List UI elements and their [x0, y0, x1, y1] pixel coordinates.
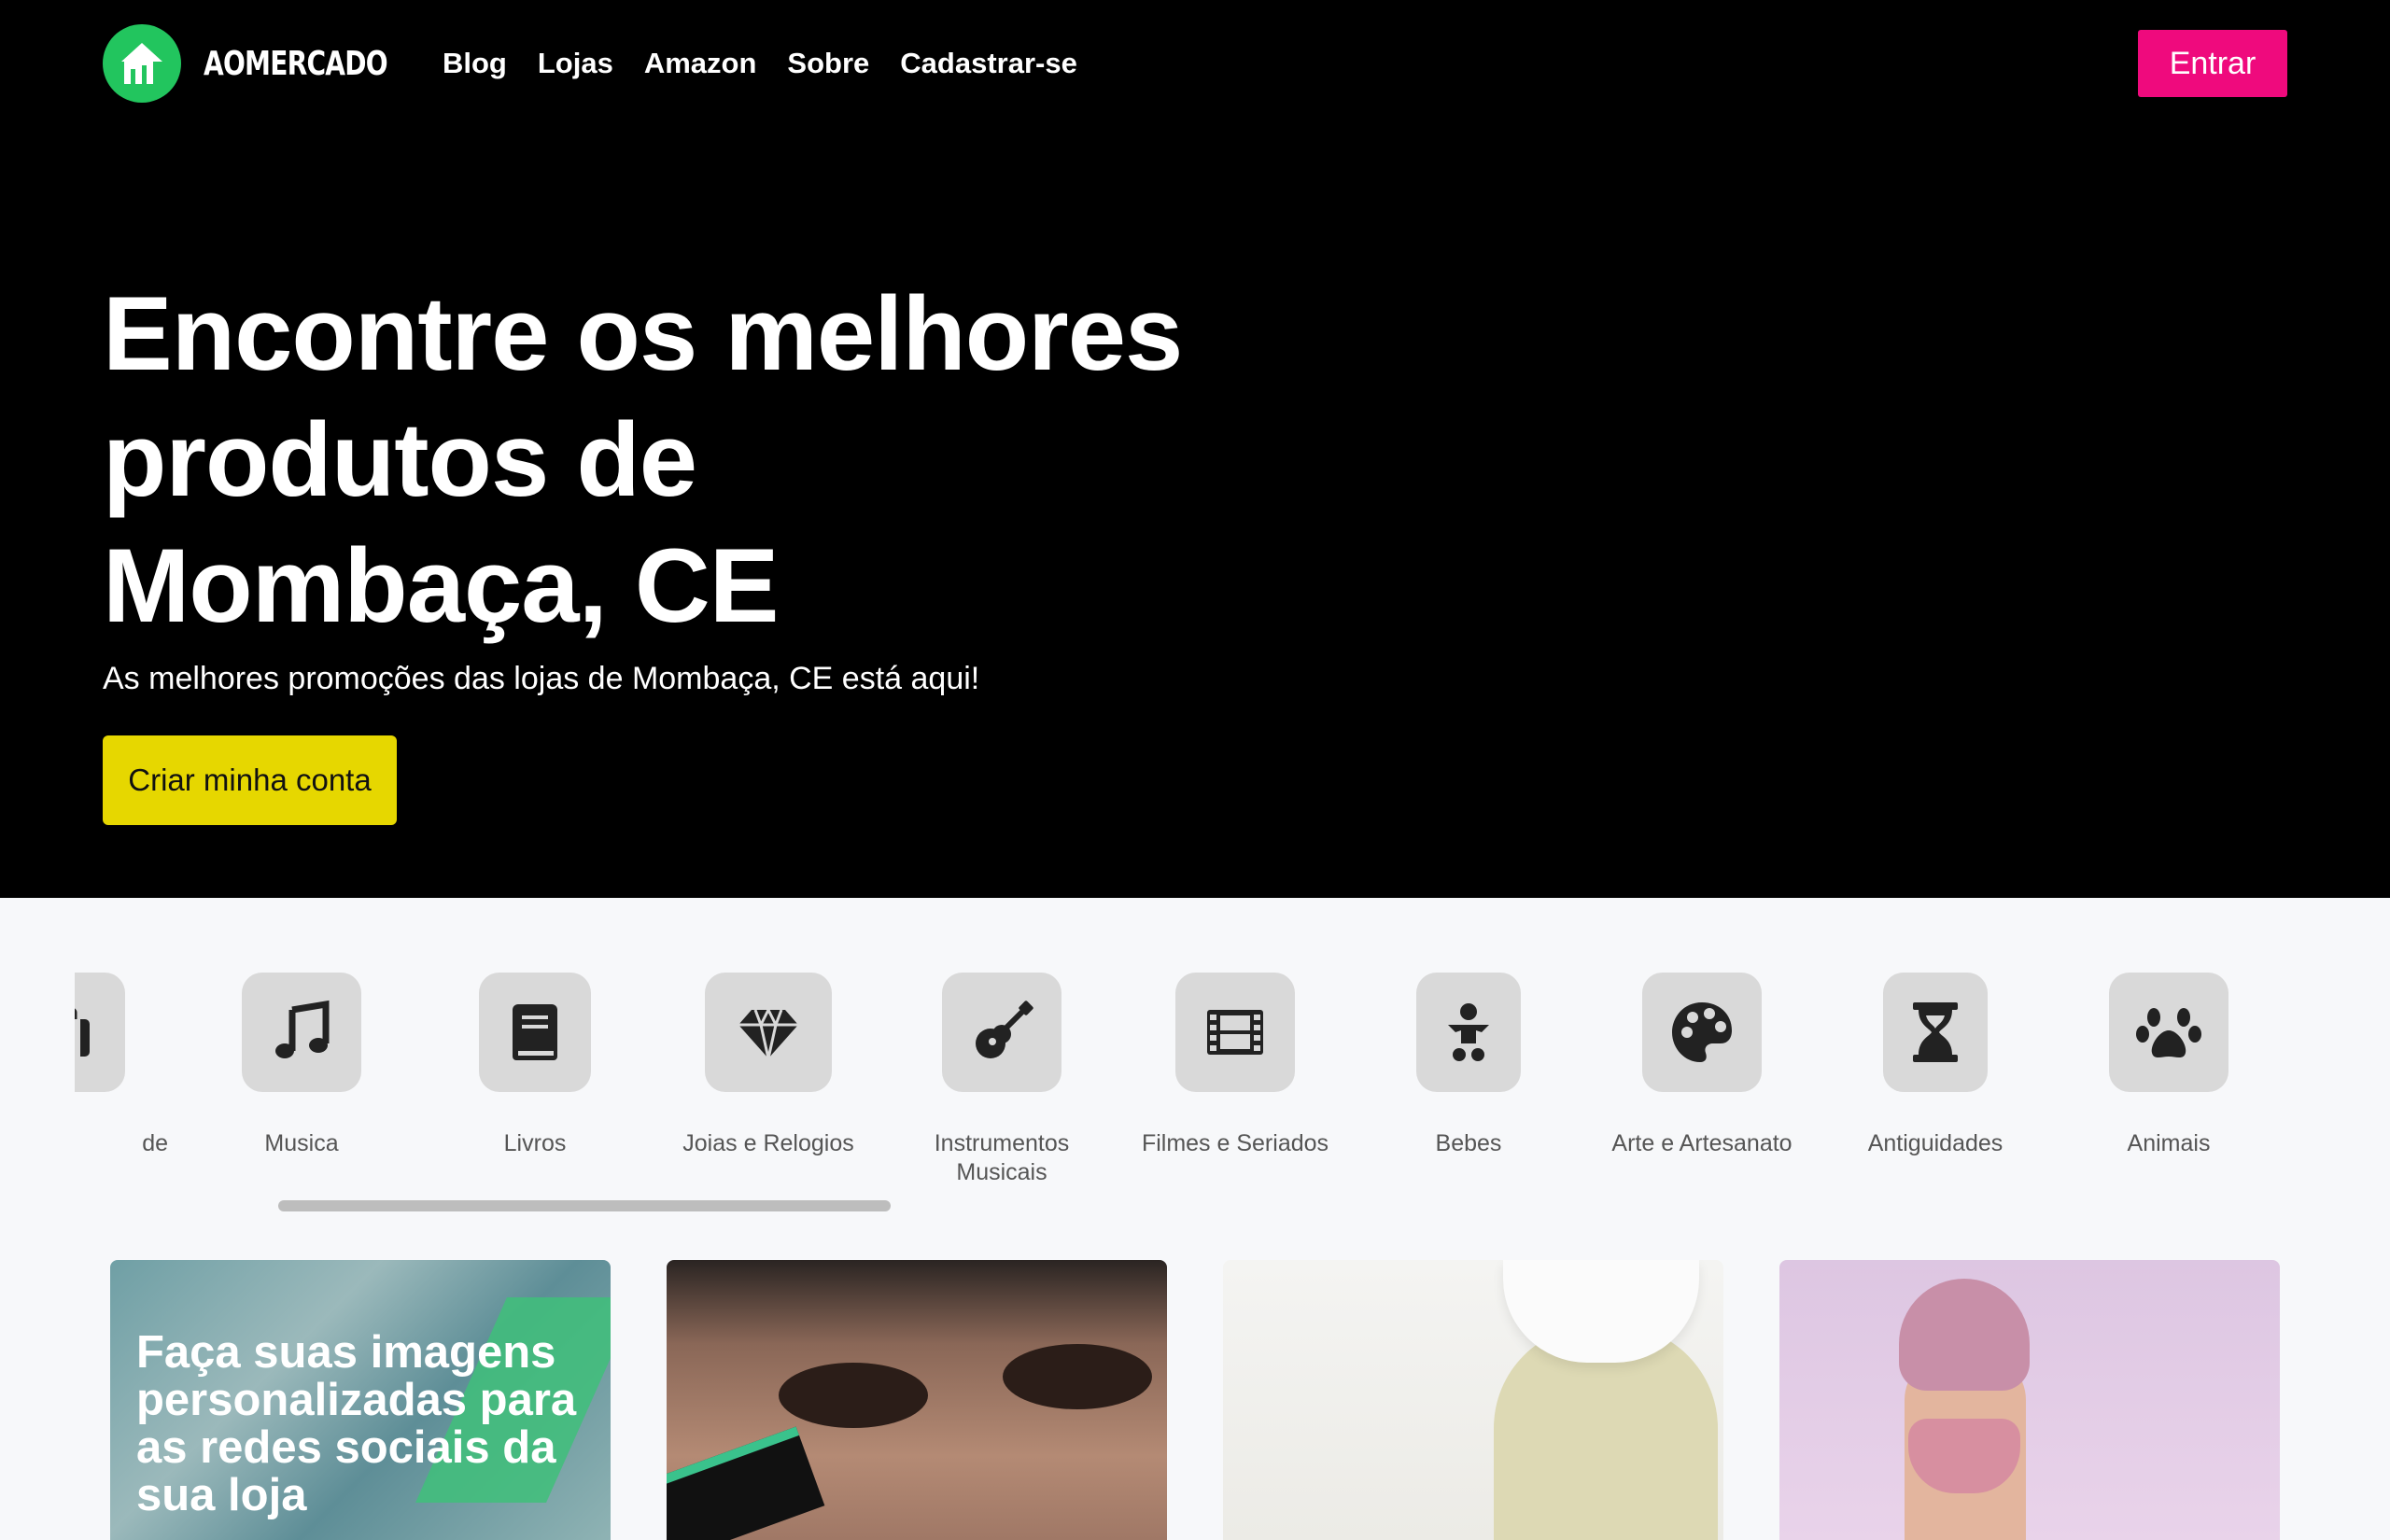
category-tile — [1175, 973, 1295, 1092]
carousel-scrollbar[interactable] — [278, 1200, 891, 1211]
create-account-button[interactable]: Criar minha conta — [103, 735, 397, 825]
suitcase-icon — [75, 1008, 90, 1057]
film-icon — [1207, 1010, 1263, 1055]
category-tile — [1883, 973, 1988, 1092]
blog-card[interactable]: Faça suas imagens personalizadas para as… — [110, 1260, 611, 1540]
main-nav: Blog Lojas Amazon Sobre Cadastrar-se — [443, 41, 1077, 86]
category-item[interactable]: Livros — [423, 961, 647, 1158]
site-logo[interactable]: AOMERCADO — [103, 24, 439, 103]
category-tile — [1416, 973, 1521, 1092]
hero-title-line-3: Mombaça, CE — [103, 527, 779, 644]
category-tile — [242, 973, 361, 1092]
category-label: de — [142, 1130, 168, 1156]
logo-icon — [103, 24, 181, 103]
nav-cadastrar[interactable]: Cadastrar-se — [900, 41, 1077, 86]
category-tile — [2109, 973, 2228, 1092]
category-carousel[interactable]: de Musica Livros Joias e Relogios Instru… — [75, 961, 2315, 1204]
hero-title-line-2: produtos de — [103, 401, 697, 518]
category-label: Animais — [2127, 1130, 2211, 1156]
category-item[interactable]: Bebes — [1357, 961, 1581, 1158]
category-item[interactable]: Animais — [2057, 961, 2281, 1158]
card-image — [1908, 1419, 2020, 1493]
category-label: Musica — [264, 1130, 339, 1156]
book-icon — [513, 1004, 557, 1060]
category-item[interactable]: Musica — [190, 961, 414, 1158]
nav-blog[interactable]: Blog — [443, 41, 507, 86]
category-label: Arte e Artesanato — [1611, 1130, 1792, 1156]
gem-icon — [738, 1009, 798, 1059]
category-item[interactable]: Arte e Artesanato — [1590, 961, 1814, 1158]
hero-subtitle: As melhores promoções das lojas de Momba… — [103, 661, 980, 696]
blog-card[interactable] — [1779, 1260, 2280, 1540]
category-label: Filmes e Seriados — [1141, 1130, 1329, 1156]
card-title: Faça suas imagens personalizadas para as… — [136, 1327, 577, 1520]
login-button[interactable]: Entrar — [2138, 30, 2287, 97]
card-image — [779, 1363, 928, 1428]
category-tile — [479, 973, 591, 1092]
hero-section: AOMERCADO Blog Lojas Amazon Sobre Cadast… — [0, 0, 2390, 898]
nav-sobre[interactable]: Sobre — [787, 41, 869, 86]
paw-icon — [2136, 1008, 2201, 1057]
category-item[interactable]: Filmes e Seriados — [1123, 961, 1347, 1158]
blog-card[interactable] — [667, 1260, 1167, 1540]
hero-title: Encontre os melhores produtos de Mombaça… — [103, 271, 1410, 649]
category-item[interactable]: Instrumentos Musicais — [890, 961, 1114, 1187]
nav-amazon[interactable]: Amazon — [644, 41, 757, 86]
card-image — [667, 1426, 825, 1540]
hero-title-line-1: Encontre os melhores — [103, 275, 1183, 392]
category-label: Joias e Relogios — [682, 1130, 854, 1156]
logo-text: AOMERCADO — [204, 44, 388, 83]
category-item[interactable]: Joias e Relogios — [656, 961, 880, 1158]
card-image — [1003, 1344, 1152, 1409]
category-label: Bebes — [1435, 1130, 1502, 1156]
hourglass-icon — [1913, 1002, 1958, 1062]
category-item[interactable]: de — [75, 961, 177, 1158]
guitar-icon — [976, 1001, 1033, 1058]
baby-icon — [1448, 1003, 1489, 1061]
category-tile — [705, 973, 832, 1092]
card-image — [1899, 1279, 2030, 1391]
category-label: Antiguidades — [1867, 1130, 2003, 1156]
category-tile — [75, 973, 125, 1092]
category-tile — [1642, 973, 1762, 1092]
category-label: Livros — [503, 1130, 567, 1156]
category-label: Instrumentos Musicais — [934, 1130, 1070, 1185]
blog-card[interactable] — [1223, 1260, 1723, 1540]
category-tile — [942, 973, 1061, 1092]
category-item[interactable]: Antiguidades — [1823, 961, 2047, 1158]
nav-lojas[interactable]: Lojas — [538, 41, 613, 86]
palette-icon — [1672, 1002, 1732, 1062]
music-note-icon — [275, 1000, 330, 1058]
